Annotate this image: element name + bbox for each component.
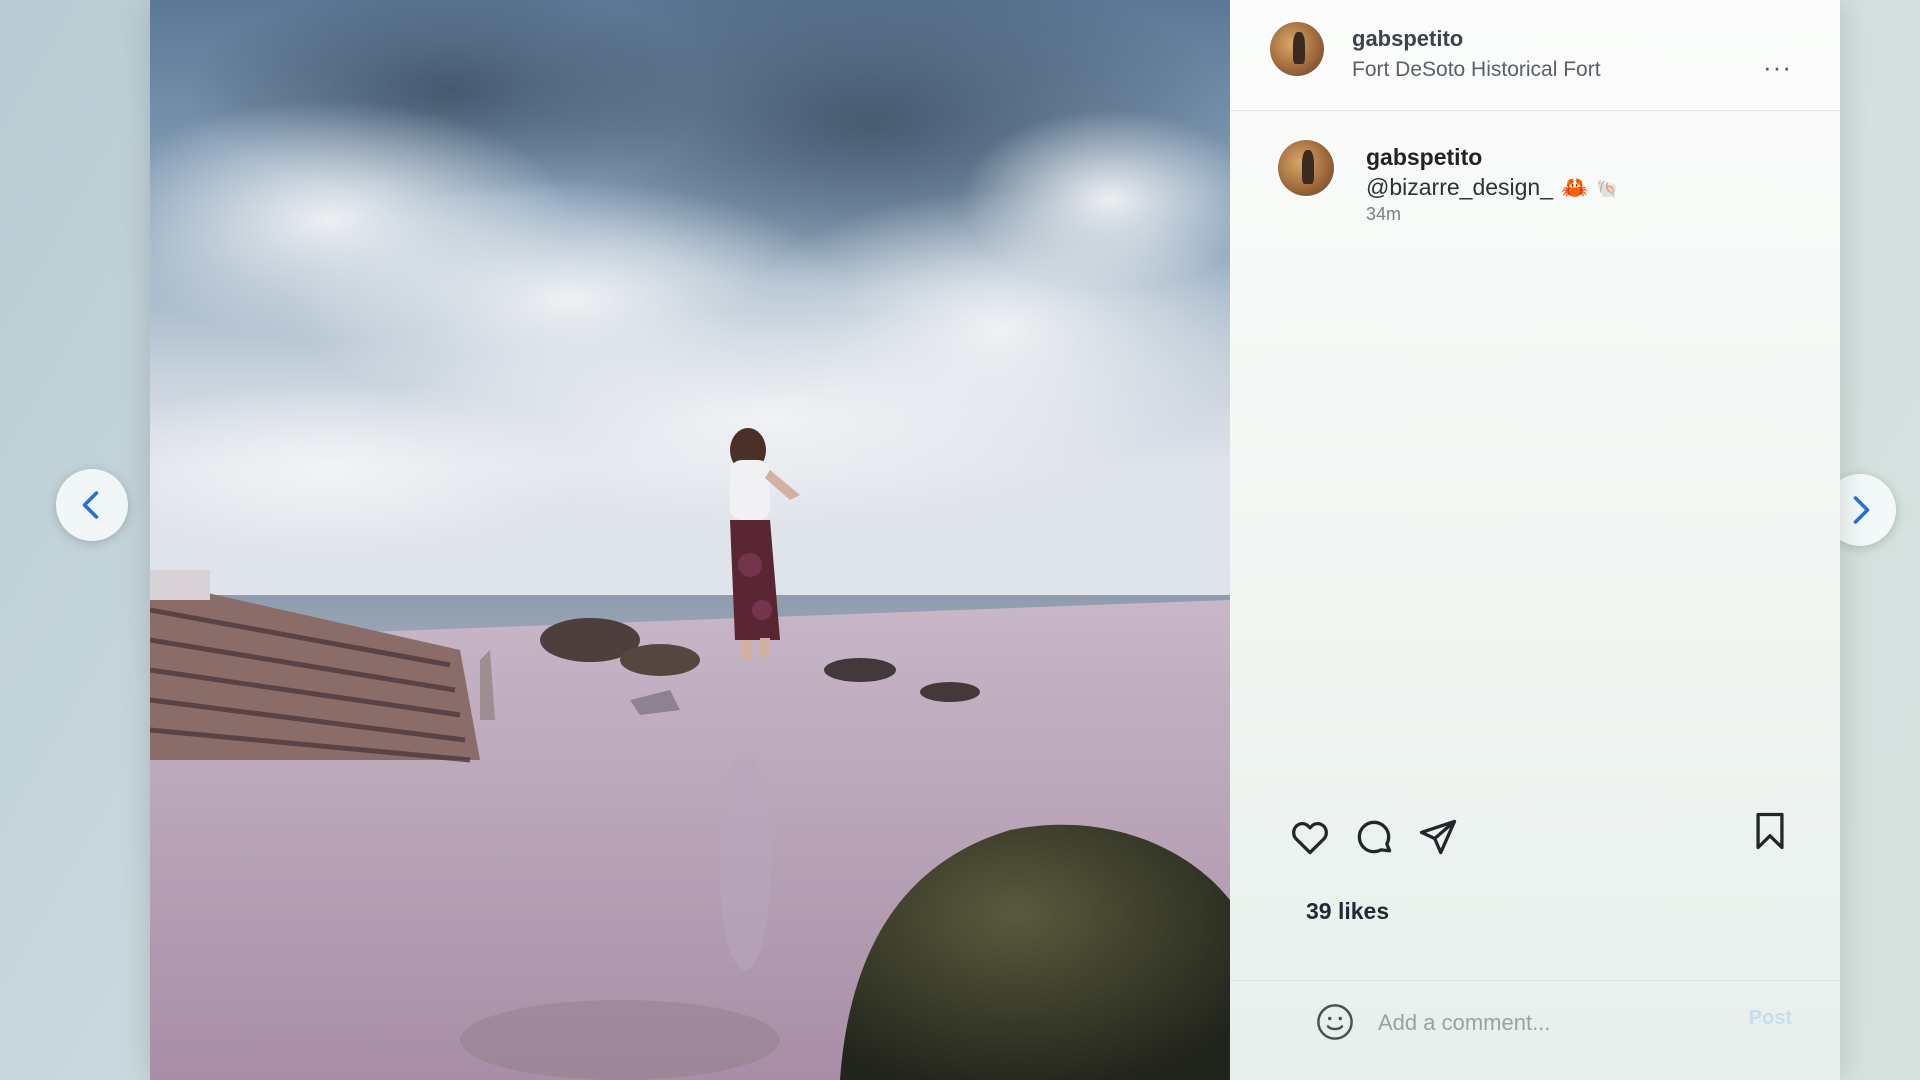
more-options-icon[interactable]: ··· [1763, 52, 1792, 83]
comment-input[interactable] [1376, 1005, 1720, 1041]
chevron-left-icon [82, 491, 99, 519]
post-comment-button[interactable]: Post [1749, 1007, 1792, 1030]
post-header: gabspetito Fort DeSoto Historical Fort ·… [1230, 0, 1840, 111]
author-avatar[interactable] [1270, 22, 1324, 76]
author-username[interactable]: gabspetito [1352, 26, 1463, 52]
caption-text: @bizarre_design_ 🦀 🐚 [1366, 174, 1619, 201]
share-button[interactable] [1416, 815, 1460, 859]
post-modal: gabspetito Fort DeSoto Historical Fort ·… [150, 0, 1840, 1080]
smiley-icon [1317, 1004, 1353, 1040]
crab-emoji: 🦀 [1561, 175, 1589, 200]
post-location[interactable]: Fort DeSoto Historical Fort [1352, 58, 1601, 82]
bookmark-icon [1756, 812, 1784, 850]
caption-username[interactable]: gabspetito [1366, 144, 1482, 171]
beach-photo-illustration [150, 0, 1230, 1080]
comment-button[interactable] [1352, 815, 1396, 859]
caption-author-avatar[interactable] [1278, 140, 1334, 196]
previous-post-button[interactable] [56, 469, 128, 541]
post-photo[interactable] [150, 0, 1230, 1080]
save-button[interactable] [1748, 809, 1792, 853]
heart-icon [1292, 821, 1328, 855]
paper-plane-icon [1419, 819, 1457, 855]
caption-timestamp[interactable]: 34m [1366, 204, 1401, 225]
comment-icon [1357, 820, 1392, 854]
like-button[interactable] [1288, 815, 1332, 859]
add-comment-bar: Post [1230, 980, 1840, 1061]
post-actions [1230, 812, 1840, 875]
likes-count[interactable]: 39 likes [1306, 898, 1389, 925]
post-details-panel: gabspetito Fort DeSoto Historical Fort ·… [1230, 0, 1840, 1080]
chevron-right-icon [1853, 496, 1870, 524]
emoji-picker-button[interactable] [1314, 1001, 1356, 1048]
caption-mention[interactable]: @bizarre_design_ [1366, 174, 1553, 200]
shell-emoji: 🐚 [1596, 179, 1619, 199]
